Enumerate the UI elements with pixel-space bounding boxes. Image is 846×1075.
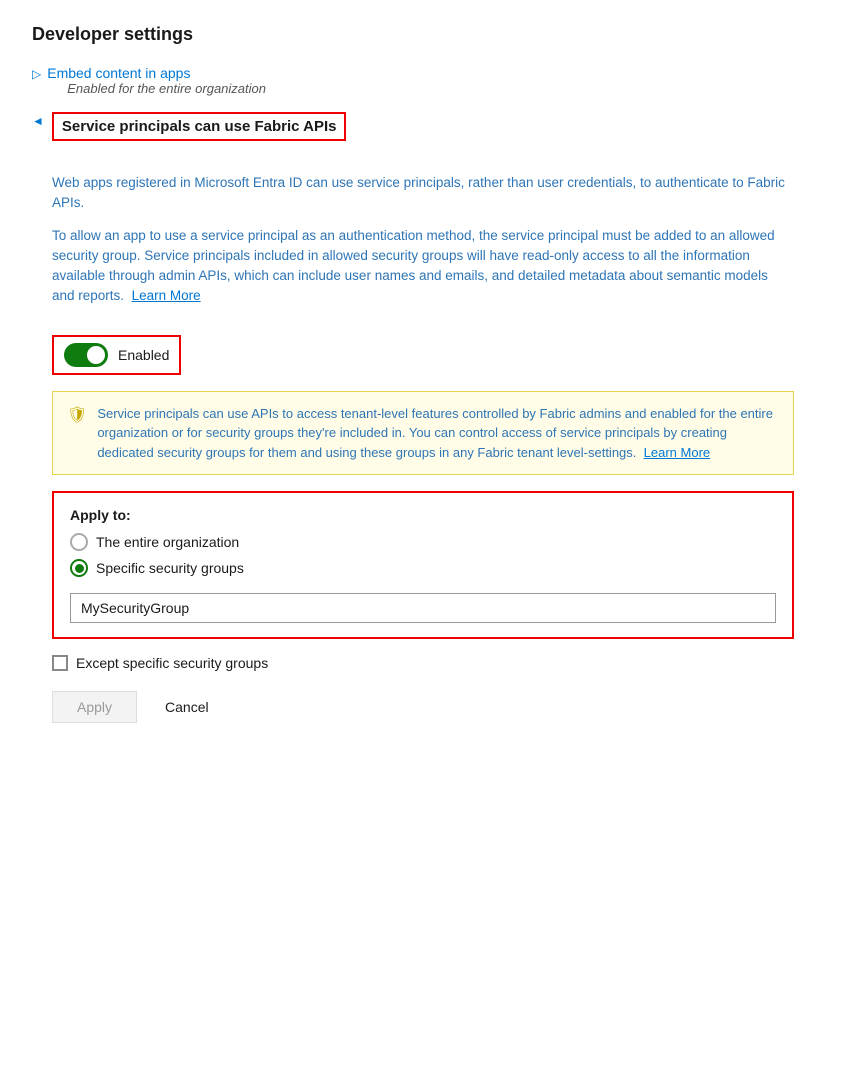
cancel-button[interactable]: Cancel (153, 692, 221, 722)
section-main-title[interactable]: Service principals can use Fabric APIs (52, 112, 347, 141)
service-principals-section: ◄ Service principals can use Fabric APIs… (32, 112, 814, 739)
radio-entire-org-label: The entire organization (96, 534, 239, 550)
embed-section-subtitle: Enabled for the entire organization (67, 81, 266, 96)
section-content: Web apps registered in Microsoft Entra I… (32, 157, 814, 739)
toggle-label: Enabled (118, 347, 169, 363)
warning-text: Service principals can use APIs to acces… (97, 404, 779, 463)
except-row: Except specific security groups (52, 655, 794, 671)
apply-to-label: Apply to: (70, 507, 776, 523)
description-1: Web apps registered in Microsoft Entra I… (52, 173, 794, 214)
radio-entire-org[interactable] (70, 533, 88, 551)
embed-chevron-right-icon[interactable]: ▷ (32, 67, 41, 81)
embed-section-title[interactable]: Embed content in apps (47, 65, 266, 81)
page-title: Developer settings (32, 24, 814, 45)
learn-more-link-1[interactable]: Learn More (132, 288, 201, 303)
apply-to-box: Apply to: The entire organization Specif… (52, 491, 794, 639)
radio-specific-groups-label: Specific security groups (96, 560, 244, 576)
radio-specific-groups-row[interactable]: Specific security groups (70, 559, 776, 577)
description-2: To allow an app to use a service princip… (52, 226, 794, 307)
radio-specific-groups[interactable] (70, 559, 88, 577)
learn-more-link-2[interactable]: Learn More (644, 445, 710, 460)
warning-box: 🛡 Service principals can use APIs to acc… (52, 391, 794, 476)
toggle-container: Enabled (52, 335, 181, 375)
except-label: Except specific security groups (76, 655, 268, 671)
warning-shield-icon: 🛡 (67, 405, 87, 425)
section-header-row: ◄ Service principals can use Fabric APIs (32, 112, 814, 141)
security-group-input[interactable] (70, 593, 776, 623)
except-checkbox[interactable] (52, 655, 68, 671)
radio-entire-org-row[interactable]: The entire organization (70, 533, 776, 551)
apply-button[interactable]: Apply (52, 691, 137, 723)
enabled-toggle[interactable] (64, 343, 108, 367)
button-row: Apply Cancel (52, 691, 794, 723)
embed-section-item: ▷ Embed content in apps Enabled for the … (32, 65, 814, 96)
service-principal-chevron-down-icon[interactable]: ◄ (32, 114, 44, 128)
